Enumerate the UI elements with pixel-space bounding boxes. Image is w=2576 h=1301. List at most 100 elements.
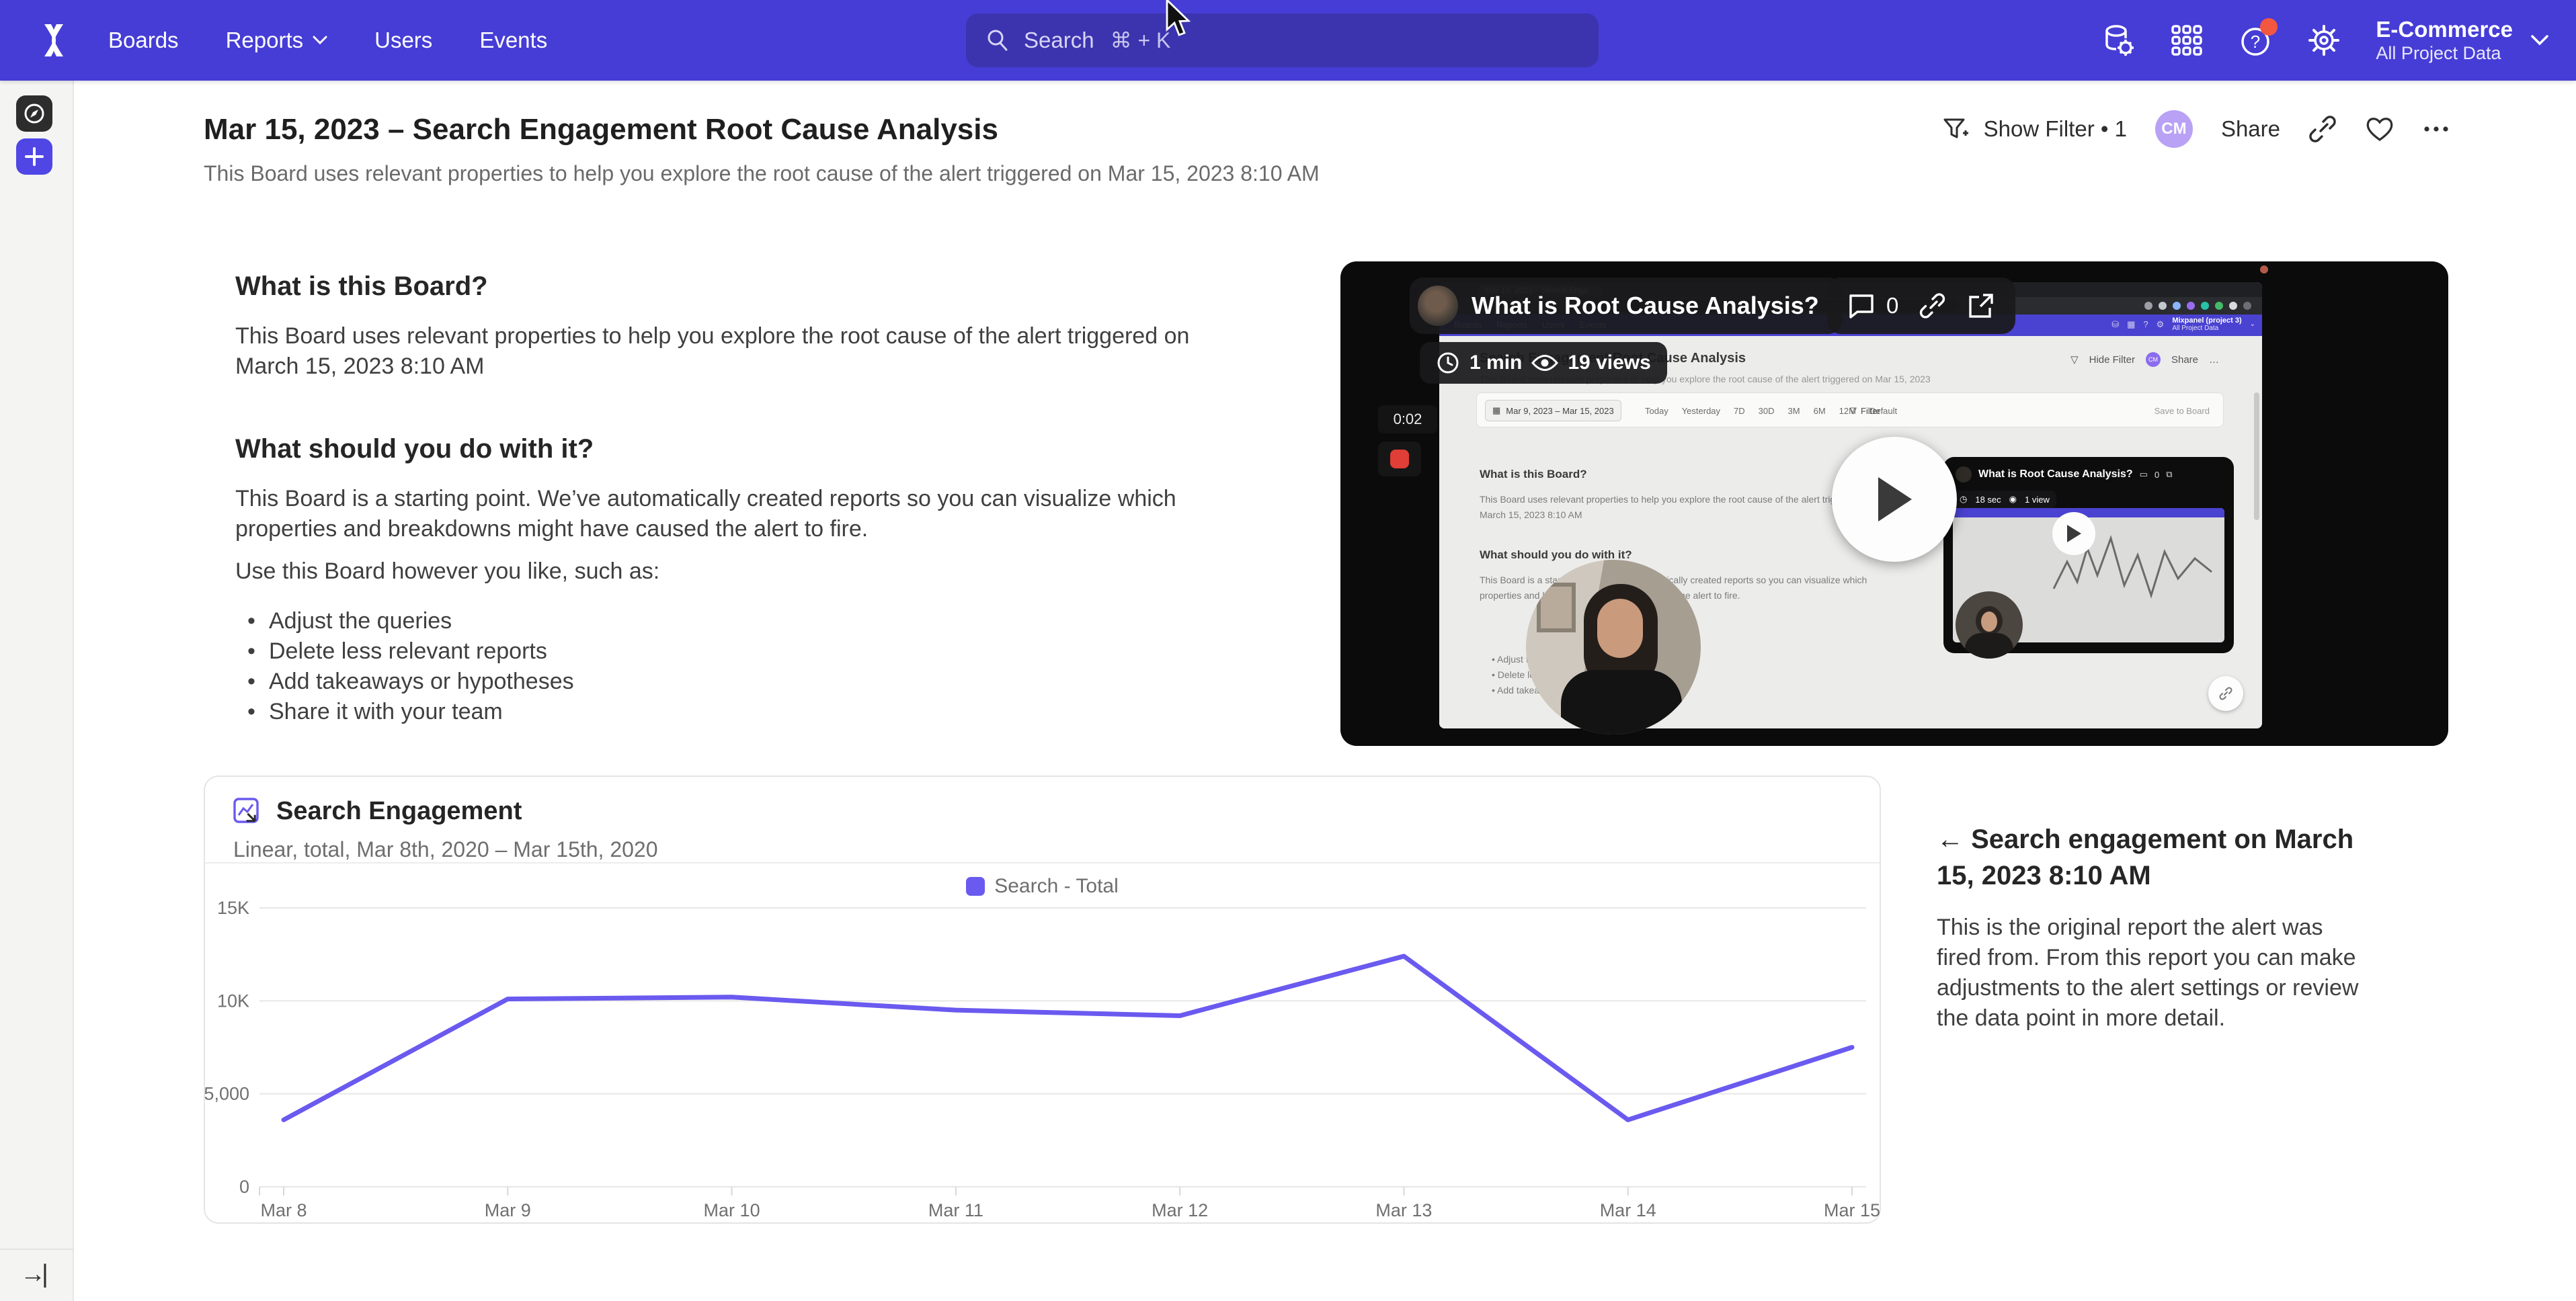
list-item: Share it with your team	[242, 697, 574, 727]
mini-board-toolbar: ▽Hide Filter CM Share …	[2070, 352, 2219, 367]
svg-text:15K: 15K	[217, 898, 249, 918]
nav-item-reports[interactable]: Reports	[226, 28, 328, 53]
svg-text:Mar 9: Mar 9	[485, 1200, 531, 1220]
chevron-down-icon	[313, 36, 327, 45]
list-item: Add takeaways or hypotheses	[242, 667, 574, 697]
more-options-icon[interactable]	[2423, 125, 2450, 133]
section1-paragraph: This Board uses relevant properties to h…	[235, 321, 1250, 382]
recording-timer: 0:02	[1378, 405, 1437, 433]
nav-item-users[interactable]: Users	[374, 28, 432, 53]
notification-dot	[2260, 18, 2278, 36]
section2-paragraph: This Board is a starting point. We’ve au…	[235, 484, 1250, 544]
line-chart-icon	[233, 798, 261, 826]
svg-text:Mar 11: Mar 11	[928, 1200, 983, 1220]
search-input[interactable]: Search ⌘ + K	[966, 13, 1599, 67]
usage-bullet-list: Adjust the queries Delete less relevant …	[242, 606, 574, 727]
project-name: E-Commerce	[2376, 17, 2513, 42]
copy-link-icon[interactable]	[2308, 115, 2337, 143]
webcam-bubble	[1526, 560, 1701, 735]
link-icon[interactable]	[1919, 292, 1947, 320]
annotation-body: This is the original report the alert wa…	[1937, 913, 2374, 1034]
filter-icon[interactable]	[1941, 114, 1970, 144]
section2-paragraph-2: Use this Board however you like, such as…	[235, 556, 1250, 587]
recording-dot	[2260, 265, 2268, 274]
chart-plot-area[interactable]: 05,00010K15KMar 8Mar 9Mar 10Mar 11Mar 12…	[205, 892, 1882, 1225]
nav-item-boards[interactable]: Boards	[108, 28, 179, 53]
favorite-heart-icon[interactable]	[2365, 116, 2394, 142]
mixpanel-logo-icon[interactable]	[35, 22, 73, 59]
apps-grid-icon[interactable]	[2170, 24, 2204, 57]
nested-video-meta: ◷18 sec ◉1 view	[1953, 491, 2056, 508]
nav-items: Boards Reports Users Events	[108, 0, 547, 81]
nested-video-title: What is Root Cause Analysis?	[1978, 468, 2133, 480]
search-placeholder: Search	[1024, 28, 1094, 53]
svg-text:Mar 12: Mar 12	[1152, 1200, 1208, 1220]
board-toolbar: Show Filter • 1 CM Share	[1941, 108, 2450, 151]
annotation-heading[interactable]: ← Search engagement on March 15, 2023 8:…	[1937, 821, 2374, 894]
chart-subtitle: Linear, total, Mar 8th, 2020 – Mar 15th,…	[233, 837, 658, 862]
video-meta-pill: 1 min 19 views	[1420, 342, 1667, 384]
sidebar-divider	[0, 1249, 74, 1250]
svg-text:Mar 14: Mar 14	[1600, 1200, 1656, 1220]
comment-count: 0	[1886, 293, 1898, 319]
nav-item-events[interactable]: Events	[479, 28, 547, 53]
list-item: Adjust the queries	[242, 606, 574, 636]
comment-icon[interactable]	[1847, 292, 1876, 320]
compass-icon	[22, 101, 46, 126]
nested-video-card: What is Root Cause Analysis? ▭0⧉ ◷18 sec…	[1943, 457, 2234, 653]
left-sidebar: →|	[0, 81, 74, 1301]
video-actions-pill: 0	[1827, 278, 2015, 334]
page-title: Mar 15, 2023 – Search Engagement Root Ca…	[204, 113, 998, 146]
share-button[interactable]: Share	[2221, 116, 2280, 142]
svg-text:Mar 10: Mar 10	[704, 1200, 760, 1220]
nested-webcam-bubble	[1956, 591, 2023, 659]
search-icon	[985, 28, 1010, 53]
clock-icon	[1436, 351, 1460, 375]
mini-extension-icons	[2144, 302, 2251, 310]
help-icon[interactable]: ?	[2239, 24, 2272, 57]
section2-heading: What should you do with it?	[235, 434, 594, 464]
settings-gear-icon[interactable]	[2307, 24, 2341, 57]
expand-sidebar-icon[interactable]: →|	[20, 1260, 48, 1289]
add-board-button[interactable]	[16, 138, 52, 175]
svg-text:Mar 8: Mar 8	[260, 1200, 307, 1220]
video-views: 19 views	[1568, 351, 1650, 374]
page-subtitle: This Board uses relevant properties to h…	[204, 161, 1320, 186]
report-card-search-engagement[interactable]: Search Engagement Linear, total, Mar 8th…	[204, 775, 1881, 1224]
play-button[interactable]	[1832, 437, 1957, 562]
eye-icon	[1531, 353, 1558, 373]
avatar[interactable]: CM	[2155, 110, 2193, 148]
project-switcher[interactable]: E-Commerce All Project Data	[2376, 17, 2513, 64]
plus-icon	[24, 146, 44, 167]
nested-avatar	[1956, 466, 1972, 482]
chart-title: Search Engagement	[276, 797, 522, 826]
report-annotation: ← Search engagement on March 15, 2023 8:…	[1937, 821, 2374, 1034]
mini-date-controls: ▦Mar 9, 2023 – Mar 15, 2023 TodayYesterd…	[1476, 392, 2224, 427]
video-player-card[interactable]: Mar 15, 2023 – Search Enga… BoardsReport…	[1340, 261, 2448, 746]
project-scope: All Project Data	[2376, 42, 2513, 64]
nested-play-button[interactable]	[2052, 512, 2095, 555]
section1-heading: What is this Board?	[235, 271, 488, 302]
record-stop-button[interactable]	[1378, 442, 1421, 476]
svg-text:Mar 15: Mar 15	[1824, 1200, 1880, 1220]
top-navigation-bar: Boards Reports Users Events Search ⌘ + K	[0, 0, 2576, 81]
presenter-avatar	[1418, 286, 1458, 326]
mini-section-heading: What is this Board?	[1480, 468, 1587, 481]
search-shortcut: ⌘ + K	[1111, 28, 1171, 53]
svg-text:10K: 10K	[217, 991, 249, 1011]
svg-text:Mar 13: Mar 13	[1375, 1200, 1432, 1220]
video-title: What is Root Cause Analysis?	[1472, 292, 1819, 320]
svg-text:?: ?	[2251, 32, 2260, 52]
discover-compass-button[interactable]	[16, 95, 52, 132]
mini-scrollbar	[2254, 392, 2259, 520]
open-external-icon[interactable]	[1967, 292, 1995, 320]
video-title-pill: What is Root Cause Analysis?	[1410, 278, 1842, 334]
data-management-icon[interactable]	[2101, 24, 2135, 57]
video-duration: 1 min	[1470, 351, 1522, 374]
mini-link-fab	[2208, 676, 2243, 711]
show-filter-button[interactable]: Show Filter • 1	[1984, 116, 2127, 142]
svg-text:0: 0	[239, 1177, 249, 1197]
mini-section-paragraph: This Board uses relevant properties to h…	[1480, 492, 1869, 524]
project-chevron-down-icon[interactable]	[2530, 34, 2549, 46]
mouse-cursor	[1164, 0, 1194, 38]
